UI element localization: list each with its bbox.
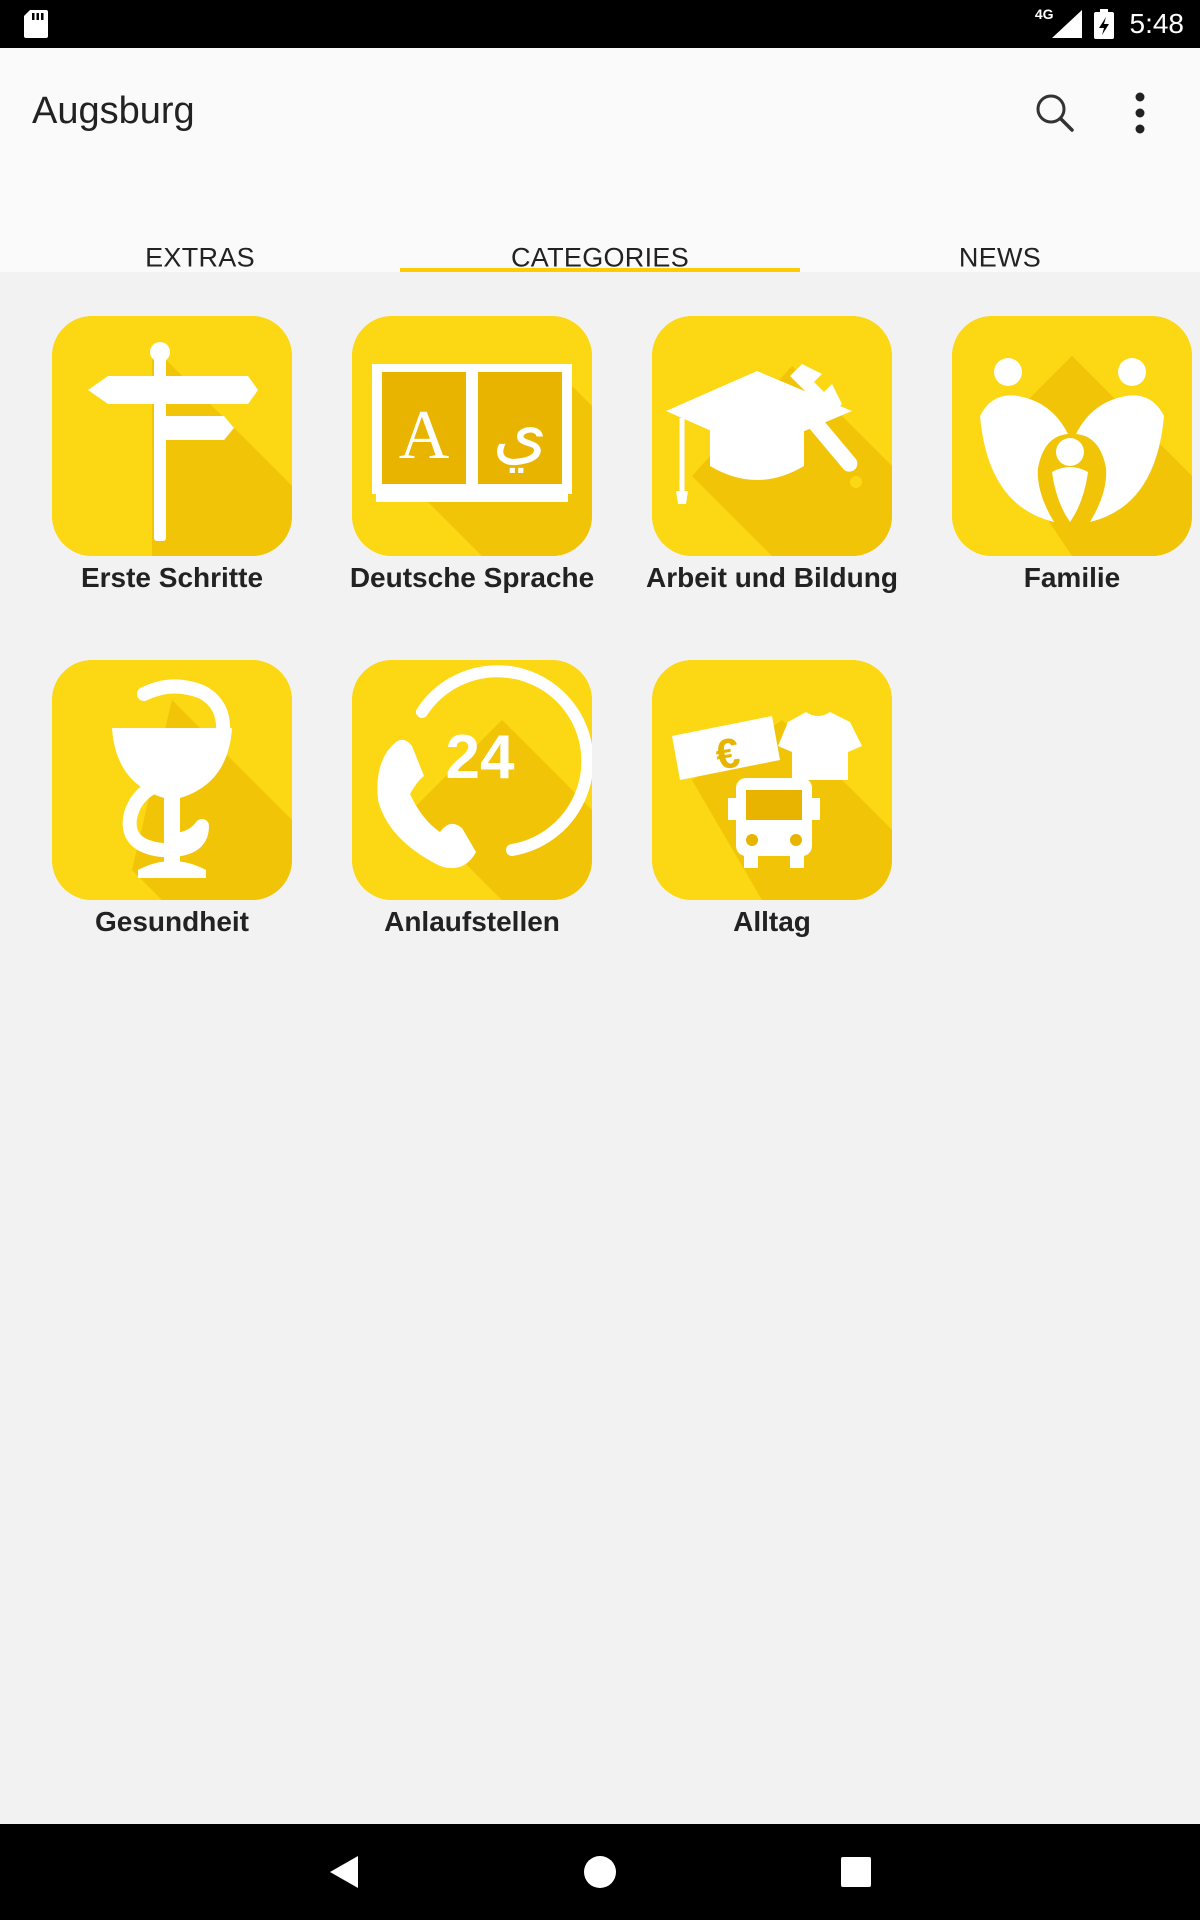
status-clock: 5:48 (1129, 8, 1185, 39)
tab-label: EXTRAS (145, 242, 255, 273)
everyday-icon: € (652, 660, 892, 900)
sd-card-icon (24, 10, 48, 38)
search-icon[interactable] (1030, 88, 1080, 138)
book-letter-latin: A (399, 397, 450, 474)
category-label: Anlaufstellen (384, 906, 560, 937)
tab-bar: EXTRAS CATEGORIES NEWS (0, 208, 1200, 273)
category-label: Arbeit und Bildung (646, 562, 898, 593)
category-tile-erste-schritte[interactable]: Erste Schritte (0, 272, 300, 593)
recents-icon[interactable] (832, 1848, 880, 1896)
signpost-icon (52, 316, 292, 556)
category-label: Deutsche Sprache (349, 562, 595, 593)
book-icon: A ي (352, 316, 592, 556)
graduation-tools-icon (652, 316, 892, 556)
category-tile-alltag[interactable]: € Alltag (600, 616, 900, 937)
phone-hours-text: 24 (446, 723, 515, 792)
category-tile-gesundheit[interactable]: Gesundheit (0, 616, 300, 937)
category-tile-arbeit-und-bildung[interactable]: Arbeit und Bildung (600, 272, 900, 593)
category-label: Familie (1023, 562, 1121, 593)
navigation-bar (0, 1824, 1200, 1920)
family-icon (952, 316, 1192, 556)
status-bar: 4G 5:48 (0, 0, 1200, 48)
battery-icon (1093, 9, 1114, 39)
app-bar: Augsburg EXTRAS CATEGORIES NEWS (0, 48, 1200, 273)
tab-label: NEWS (958, 242, 1042, 273)
phone-24-icon: 24 (352, 660, 592, 900)
category-tile-anlaufstellen[interactable]: 24 Anlaufstellen (300, 616, 600, 937)
category-tile-familie[interactable]: Familie (900, 272, 1200, 593)
category-label: Alltag (733, 906, 811, 937)
caduceus-icon (52, 660, 292, 900)
signal-icon (1051, 10, 1082, 38)
app-title: Augsburg (32, 90, 195, 132)
tab-categories[interactable]: CATEGORIES (400, 208, 800, 273)
tab-extras[interactable]: EXTRAS (0, 208, 400, 273)
more-options-icon[interactable] (1116, 88, 1166, 138)
category-label: Erste Schritte (80, 562, 264, 593)
category-tile-deutsche-sprache[interactable]: A ي Deutsche Sprache (300, 272, 600, 593)
back-icon[interactable] (320, 1848, 368, 1896)
tab-news[interactable]: NEWS (800, 208, 1200, 273)
tab-label: CATEGORIES (510, 242, 690, 273)
home-icon[interactable] (576, 1848, 624, 1896)
book-letter-arabic: ي (493, 391, 548, 473)
category-label: Gesundheit (94, 906, 249, 937)
network-type-label: 4G (1034, 6, 1054, 22)
